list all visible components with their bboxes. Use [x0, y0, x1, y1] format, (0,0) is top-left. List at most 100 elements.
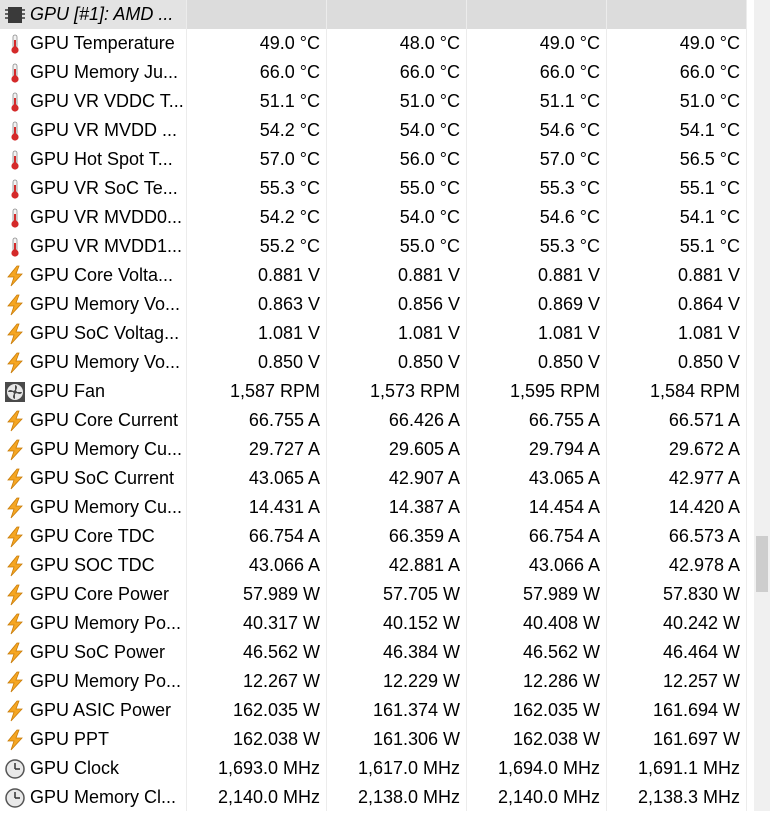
sensor-value-minimum: 1.081 V [397, 323, 460, 343]
sensor-row[interactable]: GPU Memory Po... 12.267 W 12.229 W 12.286 W… [0, 667, 746, 696]
sensor-value-average: 161.694 W [652, 700, 740, 720]
sensor-row[interactable]: GPU Temperature 49.0 °C 48.0 °C 49.0 °C 49.0… [0, 29, 746, 58]
sensor-row[interactable]: GPU VR VDDC T... 51.1 °C 51.0 °C 51.1 °C 51.… [0, 87, 746, 116]
sensor-row[interactable]: GPU Memory Cu... 14.431 A 14.387 A 14.454 A… [0, 493, 746, 522]
sensor-value-minimum: 51.0 °C [399, 91, 460, 111]
sensor-value-average: 0.881 V [677, 265, 740, 285]
thermometer-icon [4, 149, 26, 171]
sensor-value-maximum: 14.454 A [528, 497, 600, 517]
sensor-value-minimum: 29.605 A [388, 439, 460, 459]
sensor-value-average: 49.0 °C [679, 33, 740, 53]
sensor-row[interactable]: GPU Core Current 66.755 A 66.426 A 66.755 A… [0, 406, 746, 435]
sensor-value-minimum: 0.881 V [397, 265, 460, 285]
sensor-name: GPU SOC TDC [30, 555, 155, 575]
sensor-name: GPU SoC Voltag... [30, 323, 180, 343]
sensor-value-minimum: 46.384 W [382, 642, 460, 662]
sensor-value-maximum: 162.035 W [512, 700, 600, 720]
sensor-row[interactable]: GPU PPT 162.038 W 161.306 W 162.038 W 161.69… [0, 725, 746, 754]
sensor-row[interactable]: GPU Core TDC 66.754 A 66.359 A 66.754 A 66.5… [0, 522, 746, 551]
sensor-value-current: 54.2 °C [259, 120, 320, 140]
sensor-row[interactable]: GPU Memory Cu... 29.727 A 29.605 A 29.794 A… [0, 435, 746, 464]
sensor-value-average: 0.850 V [677, 352, 740, 372]
sensor-table: GPU [#1]: AMD ... GPU Temperature 49.0 °C… [0, 0, 746, 812]
sensor-row[interactable]: GPU Core Power 57.989 W 57.705 W 57.989 W 57… [0, 580, 746, 609]
sensor-row[interactable]: GPU Memory Vo... 0.863 V 0.856 V 0.869 V 0.8… [0, 290, 746, 319]
sensor-value-maximum: 1,694.0 MHz [497, 758, 600, 778]
sensor-value-minimum: 161.374 W [372, 700, 460, 720]
sensor-value-minimum: 0.850 V [397, 352, 460, 372]
sensor-value-minimum: 66.426 A [388, 410, 460, 430]
scrollbar-thumb[interactable] [756, 536, 768, 592]
sensor-row[interactable]: GPU Memory Po... 40.317 W 40.152 W 40.408 W… [0, 609, 746, 638]
sensor-row[interactable]: GPU Memory Cl... 2,140.0 MHz 2,138.0 MHz 2,… [0, 783, 746, 812]
sensor-value-current: 0.863 V [257, 294, 320, 314]
lightning-icon [4, 642, 26, 664]
sensor-row[interactable]: GPU VR SoC Te... 55.3 °C 55.0 °C 55.3 °C 55.… [0, 174, 746, 203]
sensor-value-minimum: 14.387 A [388, 497, 460, 517]
lightning-icon [4, 700, 26, 722]
sensor-row[interactable]: GPU VR MVDD ... 54.2 °C 54.0 °C 54.6 °C 54.1… [0, 116, 746, 145]
sensor-row[interactable]: GPU Memory Vo... 0.850 V 0.850 V 0.850 V 0.8… [0, 348, 746, 377]
sensor-row[interactable]: GPU SOC TDC 43.066 A 42.881 A 43.066 A 42.97… [0, 551, 746, 580]
lightning-icon [4, 526, 26, 548]
sensor-value-maximum: 54.6 °C [539, 120, 600, 140]
sensor-value-average: 55.1 °C [679, 178, 740, 198]
sensor-value-minimum: 0.856 V [397, 294, 460, 314]
sensor-value-minimum: 161.306 W [372, 729, 460, 749]
sensor-value-maximum: 0.881 V [537, 265, 600, 285]
sensor-row[interactable]: GPU Memory Ju... 66.0 °C 66.0 °C 66.0 °C 66.… [0, 58, 746, 87]
sensor-value-current: 66.755 A [248, 410, 320, 430]
sensor-value-current: 55.2 °C [259, 236, 320, 256]
lightning-icon [4, 555, 26, 577]
sensor-row[interactable]: GPU Clock 1,693.0 MHz 1,617.0 MHz 1,694.0 M… [0, 754, 746, 783]
sensor-value-average: 42.978 A [668, 555, 740, 575]
sensor-value-maximum: 66.754 A [528, 526, 600, 546]
sensor-name: GPU VR MVDD1... [30, 236, 183, 256]
sensor-row[interactable]: GPU VR MVDD1... 55.2 °C 55.0 °C 55.3 °C 55.1… [0, 232, 746, 261]
sensor-row[interactable]: GPU ASIC Power 162.035 W 161.374 W 162.035 … [0, 696, 746, 725]
sensor-name: GPU VR SoC Te... [30, 178, 178, 198]
sensor-row[interactable]: GPU Hot Spot T... 57.0 °C 56.0 °C 57.0 °C 56… [0, 145, 746, 174]
sensor-value-average: 55.1 °C [679, 236, 740, 256]
sensor-value-maximum: 0.850 V [537, 352, 600, 372]
column-separator [466, 0, 467, 811]
sensor-value-maximum: 54.6 °C [539, 207, 600, 227]
column-separator [606, 0, 607, 811]
clock-icon [4, 787, 26, 809]
sensor-name: GPU PPT [30, 729, 110, 749]
sensor-value-minimum: 1,573 RPM [369, 381, 460, 401]
sensor-row[interactable]: GPU SoC Current 43.065 A 42.907 A 43.065 A 4… [0, 464, 746, 493]
lightning-icon [4, 468, 26, 490]
sensor-value-maximum: 2,140.0 MHz [497, 787, 600, 807]
sensor-name: GPU Memory Po... [30, 613, 182, 633]
sensor-value-minimum: 57.705 W [382, 584, 460, 604]
sensor-name: GPU Core TDC [30, 526, 155, 546]
sensor-value-minimum: 48.0 °C [399, 33, 460, 53]
sensor-value-current: 1,587 RPM [229, 381, 320, 401]
group-header-label: GPU [#1]: AMD ... [30, 4, 174, 24]
sensor-name: GPU Core Volta... [30, 265, 174, 285]
sensor-row[interactable]: GPU Core Volta... 0.881 V 0.881 V 0.881 V 0.… [0, 261, 746, 290]
sensor-value-average: 54.1 °C [679, 120, 740, 140]
thermometer-icon [4, 62, 26, 84]
sensor-row[interactable]: GPU Fan 1,587 RPM 1,573 RPM 1,595 RPM 1,584 … [0, 377, 746, 406]
sensor-value-average: 1,584 RPM [649, 381, 740, 401]
sensor-name: GPU Memory Cu... [30, 439, 183, 459]
vertical-scrollbar[interactable] [754, 0, 770, 811]
sensor-value-average: 161.697 W [652, 729, 740, 749]
sensor-value-maximum: 57.989 W [522, 584, 600, 604]
sensor-value-maximum: 43.066 A [528, 555, 600, 575]
sensor-value-current: 29.727 A [248, 439, 320, 459]
sensor-value-current: 162.035 W [232, 700, 320, 720]
sensor-row[interactable]: GPU SoC Power 46.562 W 46.384 W 46.562 W 46.… [0, 638, 746, 667]
sensor-value-current: 162.038 W [232, 729, 320, 749]
thermometer-icon [4, 236, 26, 258]
sensor-value-minimum: 66.359 A [388, 526, 460, 546]
sensor-value-minimum: 40.152 W [382, 613, 460, 633]
sensor-value-maximum: 29.794 A [528, 439, 600, 459]
sensor-row[interactable]: GPU VR MVDD0... 54.2 °C 54.0 °C 54.6 °C 54.1… [0, 203, 746, 232]
group-header-row[interactable]: GPU [#1]: AMD ... [0, 0, 746, 29]
sensor-row[interactable]: GPU SoC Voltag... 1.081 V 1.081 V 1.081 V 1.… [0, 319, 746, 348]
column-separator [186, 0, 187, 811]
sensor-value-average: 1.081 V [677, 323, 740, 343]
